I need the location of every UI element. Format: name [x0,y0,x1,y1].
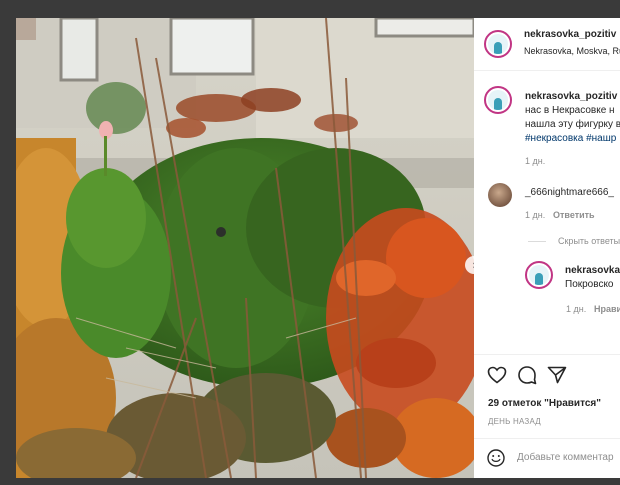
reply-text: Покровско [565,279,614,290]
caption-avatar[interactable] [484,86,512,114]
comment-icon[interactable] [517,365,537,385]
reply-like-button[interactable]: Нрави [594,304,620,314]
post-photo[interactable]: › [16,18,474,478]
likes-count[interactable]: 29 отметок "Нравится" [488,398,601,409]
post-header: nekrasovka_pozitiv Nekrasovka, Moskva, R… [474,18,620,71]
topiary-hedgehog-image [16,18,474,478]
comment-time: 1 дн. [525,210,546,220]
post-date: ДЕНЬ НАЗАД [488,417,541,426]
share-icon[interactable] [547,366,567,384]
reply-time: 1 дн. [566,304,587,314]
heart-icon[interactable] [487,366,507,384]
reply-button[interactable]: Ответить [553,210,595,220]
reply-avatar[interactable] [525,261,553,289]
comment-box-divider [474,438,620,439]
replies-divider [528,241,546,242]
comment-username[interactable]: _666nightmare666_ [525,187,614,198]
commenter-avatar[interactable] [488,183,512,207]
caption-line-2: нашла эту фигурку в [525,119,620,130]
caption-line-1: нас в Некрасовке н [525,105,615,116]
post-location[interactable]: Nekrasovka, Moskva, Ru [524,46,620,56]
add-comment-input[interactable]: Добавьте комментар [517,452,614,463]
author-avatar[interactable] [484,30,512,58]
caption-username[interactable]: nekrasovka_pozitiv [525,91,617,102]
author-username[interactable]: nekrasovka_pozitiv [524,29,616,40]
hide-replies-button[interactable]: Скрыть ответы [558,236,620,246]
post-side-panel: nekrasovka_pozitiv Nekrasovka, Moskva, R… [474,18,620,478]
caption-hashtags[interactable]: #некрасовка #нашр [525,133,616,144]
caption-time: 1 дн. [525,156,546,166]
reply-username[interactable]: nekrasovka [565,265,620,276]
emoji-icon[interactable] [487,449,505,467]
actions-divider [474,354,620,355]
